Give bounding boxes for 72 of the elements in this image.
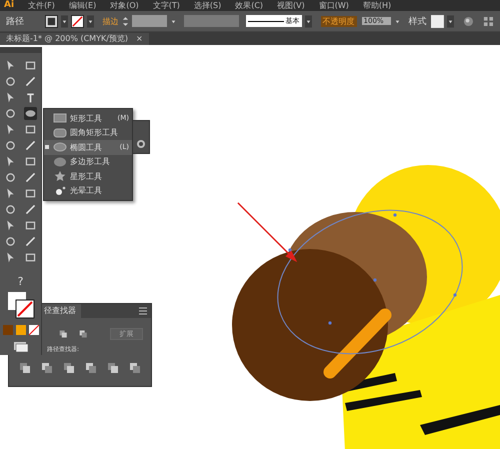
tool-icon[interactable] bbox=[24, 75, 37, 88]
tool-icon[interactable] bbox=[24, 171, 37, 184]
pathfinder-icon[interactable] bbox=[41, 362, 53, 374]
screen-mode-icon[interactable] bbox=[12, 341, 28, 353]
ellipse-icon bbox=[53, 156, 67, 168]
menu-item[interactable]: 多边形工具 bbox=[44, 154, 132, 169]
tool-icon[interactable] bbox=[24, 107, 37, 120]
stepper-icon[interactable] bbox=[122, 14, 129, 28]
fill-stroke-icon[interactable] bbox=[6, 290, 36, 320]
document-tab[interactable]: 未标题-1* @ 200% (CMYK/预览) × bbox=[0, 33, 149, 45]
tool-icon[interactable] bbox=[4, 235, 17, 248]
tool-icon[interactable] bbox=[24, 219, 37, 232]
tool-icon[interactable] bbox=[24, 139, 37, 152]
tool-icon[interactable] bbox=[4, 75, 17, 88]
pathfinder-icon[interactable] bbox=[85, 362, 97, 374]
tool-icon[interactable] bbox=[4, 203, 17, 216]
style-swatch[interactable] bbox=[431, 14, 444, 28]
shape-mode-icon[interactable] bbox=[59, 328, 68, 340]
menu-item[interactable]: 选择(S) bbox=[194, 0, 222, 11]
menu-item[interactable]: 圆角矩形工具 bbox=[44, 126, 132, 140]
menu-item[interactable]: 窗口(W) bbox=[318, 0, 349, 11]
menu-item[interactable]: 文字(T) bbox=[152, 0, 180, 11]
menu-item[interactable]: 对象(O) bbox=[110, 0, 139, 11]
menu-item[interactable]: 文件(F) bbox=[28, 0, 55, 11]
panel-tab[interactable]: 径查找器 bbox=[39, 304, 81, 318]
tool-icon[interactable] bbox=[24, 187, 37, 200]
menu-item[interactable]: 光晕工具 bbox=[44, 184, 132, 198]
ellipse-icon bbox=[53, 141, 67, 154]
tool-icon[interactable] bbox=[4, 139, 17, 152]
menu-item[interactable]: 编辑(E) bbox=[68, 0, 96, 11]
tool-icon[interactable] bbox=[24, 155, 37, 168]
none-mode-icon[interactable] bbox=[28, 325, 38, 335]
pathfinder-icon[interactable] bbox=[19, 362, 31, 374]
style-label: 样式 bbox=[408, 16, 426, 28]
menu-item[interactable]: 帮助(H) bbox=[362, 0, 392, 11]
rectangle-icon bbox=[53, 126, 67, 139]
fill-swatch[interactable] bbox=[45, 14, 58, 28]
menu-item[interactable]: 星形工具 bbox=[44, 169, 132, 184]
stroke-weight-field[interactable] bbox=[132, 15, 168, 27]
menu-item[interactable]: 效果(C) bbox=[235, 0, 264, 11]
dropdown-icon[interactable] bbox=[304, 14, 312, 28]
shape-mode-icon[interactable] bbox=[79, 328, 88, 340]
stroke-swatch[interactable] bbox=[70, 14, 84, 28]
help-glyph[interactable]: ? bbox=[18, 276, 24, 288]
app-logo: Ai bbox=[4, 0, 14, 11]
star-icon bbox=[53, 170, 67, 182]
color-mode-icon[interactable] bbox=[2, 325, 12, 335]
menu-icon[interactable] bbox=[139, 307, 147, 315]
tool-icon[interactable] bbox=[24, 235, 37, 248]
dropdown-icon[interactable] bbox=[447, 14, 454, 28]
tool-icon[interactable] bbox=[24, 123, 37, 136]
selection-label: 路径 bbox=[6, 16, 24, 28]
dropdown-icon[interactable] bbox=[86, 14, 94, 28]
tool-icon[interactable] bbox=[24, 203, 37, 216]
dropdown-icon[interactable] bbox=[60, 14, 68, 28]
opacity-label[interactable]: 不透明度 bbox=[320, 16, 357, 26]
tool-icon[interactable] bbox=[4, 171, 17, 184]
grid-icon[interactable] bbox=[483, 16, 494, 26]
gradient-mode-icon[interactable] bbox=[16, 325, 26, 335]
variable-width-field[interactable] bbox=[184, 15, 239, 27]
rectangle-icon bbox=[53, 112, 67, 124]
flare-icon bbox=[53, 184, 67, 197]
tool-icon[interactable] bbox=[24, 59, 37, 72]
globe-icon[interactable] bbox=[463, 16, 474, 26]
pathfinder-icon[interactable] bbox=[107, 362, 119, 374]
bullet-icon bbox=[45, 145, 49, 150]
menu-item[interactable]: 视图(V) bbox=[277, 0, 305, 11]
pathfinder-icon[interactable] bbox=[129, 362, 141, 374]
pathfinder-icon[interactable] bbox=[63, 362, 75, 374]
tool-icon[interactable] bbox=[4, 107, 17, 120]
stroke-label[interactable]: 描边 bbox=[102, 16, 119, 26]
tool-icon[interactable] bbox=[24, 251, 37, 264]
